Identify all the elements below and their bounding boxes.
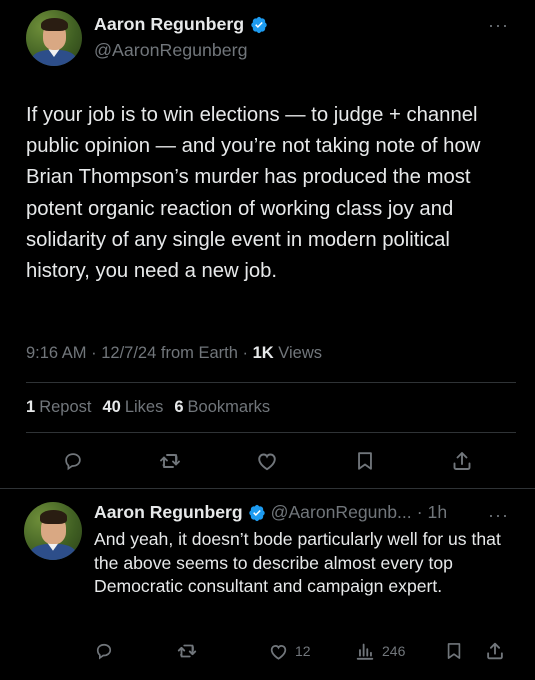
share-button[interactable] <box>450 446 474 476</box>
bookmark-button[interactable] <box>354 446 376 476</box>
action-bar <box>0 446 535 476</box>
bookmarks-label: Bookmarks <box>187 398 271 416</box>
tweet-source: from Earth <box>160 344 238 362</box>
share-icon <box>453 452 471 470</box>
views-label: Views <box>278 344 323 362</box>
bookmark-icon <box>447 643 461 659</box>
reposts-stat[interactable]: 1 Repost <box>26 398 91 417</box>
reply-likes-count: 12 <box>295 643 311 659</box>
author-handle[interactable]: @AaronRegunberg <box>94 40 248 61</box>
reply-views-count: 246 <box>382 643 406 659</box>
reply-author-name[interactable]: Aaron Regunberg <box>94 502 243 523</box>
bookmarks-stat[interactable]: 6 Bookmarks <box>174 398 270 417</box>
likes-count: 40 <box>102 398 121 416</box>
reply-text: And yeah, it doesn’t bode particularly w… <box>94 529 501 597</box>
likes-label: Likes <box>124 398 164 416</box>
main-tweet: Aaron Regunberg @AaronRegunberg ··· If y… <box>0 0 535 490</box>
reply-avatar[interactable] <box>24 502 82 560</box>
like-icon <box>258 453 276 471</box>
reply-icon <box>96 643 112 660</box>
meta-separator: · <box>242 344 253 362</box>
thread-divider <box>0 488 535 489</box>
verified-badge-icon <box>251 16 267 33</box>
reply-icon <box>65 453 81 471</box>
reply-button[interactable] <box>94 636 114 666</box>
more-icon[interactable]: ··· <box>488 506 509 524</box>
divider <box>26 432 516 433</box>
reply-header: Aaron Regunberg @AaronRegunb... · 1h <box>94 502 447 523</box>
verified-badge-icon <box>248 504 265 521</box>
meta-separator: · <box>91 344 102 362</box>
avatar[interactable] <box>26 10 82 66</box>
like-button[interactable] <box>255 446 279 476</box>
reply-time-ago[interactable]: 1h <box>428 502 448 523</box>
reposts-label: Repost <box>39 398 92 416</box>
author-name-row: Aaron Regunberg <box>94 14 268 35</box>
tweet-meta: 9:16 AM · 12/7/24 from Earth · 1K Views <box>26 344 322 363</box>
bookmarks-count: 6 <box>174 398 184 416</box>
views-icon <box>356 643 374 660</box>
tweet-text: If your job is to win elections — to jud… <box>26 104 481 283</box>
tweet-time[interactable]: 9:16 AM <box>26 344 87 362</box>
repost-button[interactable] <box>158 446 182 476</box>
views-button[interactable]: 246 <box>354 636 405 666</box>
reply-action-bar: 12 246 <box>0 636 535 666</box>
like-icon <box>270 644 287 660</box>
like-button[interactable]: 12 <box>268 636 311 666</box>
tweet-date[interactable]: 12/7/24 <box>101 344 156 362</box>
repost-icon <box>177 644 197 658</box>
author-name[interactable]: Aaron Regunberg <box>94 14 244 35</box>
avatar-hair <box>39 510 68 525</box>
likes-stat[interactable]: 40 Likes <box>102 398 163 417</box>
repost-button[interactable] <box>176 636 198 666</box>
more-icon[interactable]: ··· <box>488 16 509 34</box>
views-count: 1K <box>252 344 274 362</box>
meta-separator: · <box>416 502 423 522</box>
divider <box>26 382 516 383</box>
avatar-hair <box>41 17 68 32</box>
repost-icon <box>160 454 180 468</box>
bookmark-button[interactable] <box>444 636 464 666</box>
share-icon <box>487 642 503 660</box>
reply-button[interactable] <box>62 446 84 476</box>
reply-author-handle[interactable]: @AaronRegunb... <box>271 502 412 523</box>
share-button[interactable] <box>484 636 506 666</box>
bookmark-icon <box>358 452 372 470</box>
reposts-count: 1 <box>26 398 36 416</box>
engagement-stats: 1 Repost 40 Likes 6 Bookmarks <box>26 398 270 417</box>
